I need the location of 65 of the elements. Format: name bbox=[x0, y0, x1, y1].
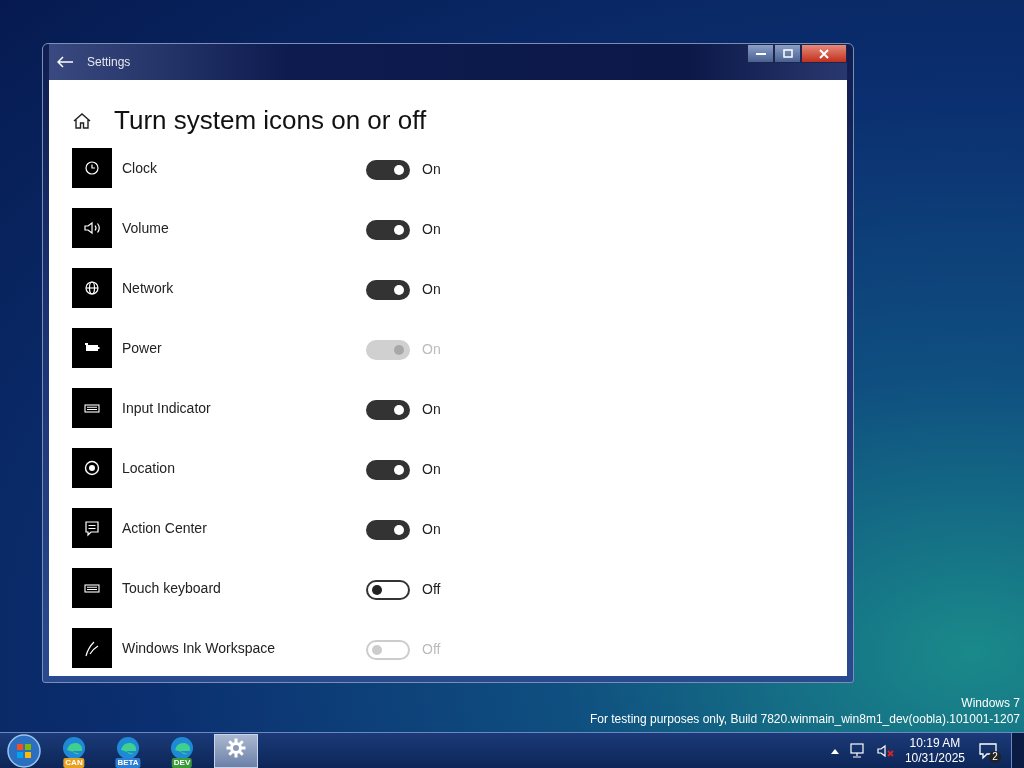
show-desktop-button[interactable] bbox=[1011, 732, 1024, 768]
network-icon[interactable] bbox=[848, 742, 867, 759]
toggle-switch[interactable] bbox=[366, 520, 410, 540]
setting-label: Touch keyboard bbox=[122, 579, 222, 596]
notification-button[interactable]: 2 bbox=[975, 738, 1001, 763]
channel-badge: CAN bbox=[63, 757, 85, 768]
toggle-switch[interactable] bbox=[366, 580, 410, 600]
gear-icon bbox=[225, 736, 247, 759]
browser-taskbar-button[interactable]: DEV bbox=[160, 733, 204, 768]
toggle-state-label: On bbox=[422, 160, 441, 177]
notification-count: 2 bbox=[989, 750, 1001, 763]
globe-icon bbox=[72, 268, 112, 308]
toggle-switch[interactable] bbox=[366, 460, 410, 480]
muted-volume-icon[interactable] bbox=[876, 742, 895, 759]
window-title: Settings bbox=[87, 55, 131, 69]
toggle-switch[interactable] bbox=[366, 280, 410, 300]
power-icon bbox=[72, 328, 112, 368]
setting-label: Clock bbox=[122, 159, 158, 176]
clock-time[interactable]: 10:19 AM bbox=[909, 735, 961, 751]
close-button[interactable] bbox=[801, 44, 847, 63]
keyboard-icon bbox=[72, 388, 112, 428]
browser-icon bbox=[170, 735, 194, 760]
clock-date[interactable]: 10/31/2025 bbox=[904, 750, 965, 766]
toggle-switch[interactable] bbox=[366, 400, 410, 420]
message-icon bbox=[978, 741, 998, 760]
setting-label: Volume bbox=[122, 219, 170, 236]
setting-label: Action Center bbox=[122, 519, 208, 536]
show-hidden-icons[interactable] bbox=[830, 747, 839, 754]
setting-label: Input Indicator bbox=[122, 399, 212, 416]
channel-badge: DEV bbox=[171, 757, 193, 768]
close-icon bbox=[819, 48, 829, 59]
toggle-state-label: Off bbox=[422, 640, 441, 657]
toggle-state-label: On bbox=[422, 460, 441, 477]
browser-taskbar-button[interactable]: BETA bbox=[106, 733, 150, 768]
setting-label: Location bbox=[122, 459, 176, 476]
browser-icon bbox=[116, 735, 140, 760]
setting-label: Power bbox=[122, 339, 163, 356]
toggle-state-label: Off bbox=[422, 580, 441, 597]
build-text: For testing purposes only, Build 7820.winmain_win8m1_dev(oobla).101001-1207 bbox=[589, 712, 1020, 726]
minimize-button[interactable] bbox=[747, 44, 774, 63]
toggle-switch[interactable] bbox=[366, 160, 410, 180]
maximize-icon bbox=[782, 49, 793, 58]
volume-icon bbox=[72, 208, 112, 248]
setting-label: Network bbox=[122, 279, 175, 296]
toggle-state-label: On bbox=[422, 520, 441, 537]
home-icon[interactable] bbox=[72, 110, 92, 131]
toggle-state-label: On bbox=[422, 280, 441, 297]
page-heading: Turn system icons on or off bbox=[114, 105, 427, 136]
pen-icon bbox=[72, 628, 112, 668]
maximize-button[interactable] bbox=[774, 44, 801, 63]
start-button[interactable] bbox=[6, 732, 42, 768]
clock-icon bbox=[72, 148, 112, 188]
toggle-state-label: On bbox=[422, 340, 441, 357]
setting-label: Windows Ink Workspace bbox=[122, 639, 276, 656]
location-icon bbox=[72, 448, 112, 488]
toggle-state-label: On bbox=[422, 400, 441, 417]
browser-icon bbox=[62, 735, 86, 760]
message-icon bbox=[72, 508, 112, 548]
edition-text: Windows 7 bbox=[961, 696, 1020, 710]
keyboard-icon bbox=[72, 568, 112, 608]
settings-taskbar-button[interactable] bbox=[214, 733, 258, 768]
channel-badge: BETA bbox=[115, 757, 141, 768]
toggle-state-label: On bbox=[422, 220, 441, 237]
toggle-switch[interactable] bbox=[366, 220, 410, 240]
back-icon[interactable] bbox=[57, 56, 73, 68]
